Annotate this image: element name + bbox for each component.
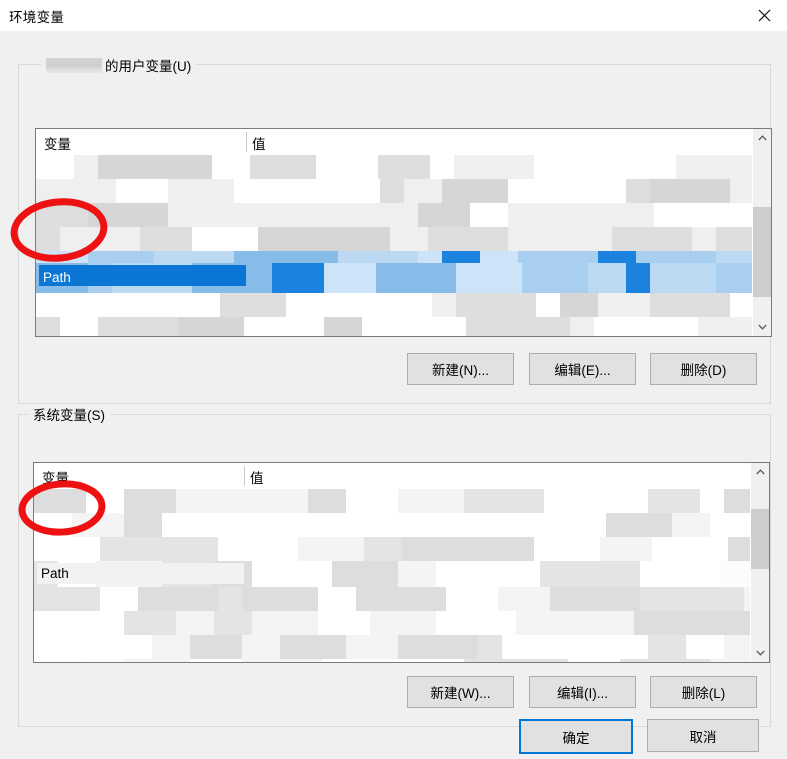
redacted-cells <box>36 203 753 227</box>
system-edit-button[interactable]: 编辑(I)... <box>529 676 636 708</box>
redacted-cells <box>34 537 751 561</box>
redacted-cells <box>34 659 751 662</box>
system-delete-button[interactable]: 删除(L) <box>650 676 757 708</box>
table-row[interactable] <box>34 537 751 561</box>
redacted-cells <box>34 635 751 659</box>
table-row[interactable]: Path <box>36 263 753 293</box>
user-list-rows[interactable]: Path <box>36 155 753 336</box>
table-row[interactable] <box>36 293 753 317</box>
chevron-up-icon[interactable] <box>751 463 769 481</box>
redacted-cells <box>34 513 751 537</box>
system-header-divider <box>244 466 245 486</box>
user-variables-label-suffix: 的用户变量(U) <box>105 59 192 74</box>
system-variables-group-label: 系统变量(S) <box>28 404 110 424</box>
system-variable-name-path[interactable]: Path <box>41 562 75 586</box>
table-row[interactable] <box>34 489 751 513</box>
user-scrollbar-thumb[interactable] <box>753 207 771 297</box>
table-row[interactable] <box>36 179 753 203</box>
user-column-header-variable[interactable]: 变量 <box>44 133 71 153</box>
user-variable-name-path[interactable]: Path <box>43 266 77 290</box>
user-list-scrollbar[interactable] <box>752 129 771 336</box>
table-row[interactable] <box>36 155 753 179</box>
system-column-header-variable[interactable]: 变量 <box>42 467 69 487</box>
redacted-cells <box>34 489 751 513</box>
system-list-scrollbar[interactable] <box>750 463 769 662</box>
redacted-username-block <box>46 58 102 73</box>
redacted-cells <box>36 179 753 203</box>
redacted-cells <box>34 587 751 611</box>
system-scrollbar-thumb[interactable] <box>751 509 769 569</box>
table-row[interactable] <box>36 317 753 336</box>
table-row[interactable] <box>36 227 753 251</box>
table-row[interactable] <box>34 513 751 537</box>
system-list-header: 变量 值 <box>34 463 769 489</box>
user-variables-group: 的用户变量(U) 变量 值 Path 新建(N)... 编辑(E)... 删除(… <box>18 55 772 404</box>
user-list-header: 变量 值 <box>36 129 771 155</box>
system-variables-group: 系统变量(S) 变量 值 Path 新建(W)... 编辑(I)... 删除(L… <box>18 404 771 727</box>
user-edit-button[interactable]: 编辑(E)... <box>529 353 636 385</box>
redacted-cells <box>36 155 753 179</box>
user-column-header-value[interactable]: 值 <box>252 133 266 153</box>
system-column-header-value[interactable]: 值 <box>250 467 264 487</box>
system-new-button[interactable]: 新建(W)... <box>407 676 514 708</box>
window-title: 环境变量 <box>9 10 65 25</box>
user-variables-list[interactable]: 变量 值 Path <box>35 128 772 337</box>
close-icon[interactable] <box>741 0 787 31</box>
user-header-divider <box>246 132 247 152</box>
redacted-cells <box>36 317 753 336</box>
system-variables-list[interactable]: 变量 值 Path <box>33 462 770 663</box>
chevron-down-icon[interactable] <box>751 644 769 662</box>
table-row[interactable]: Path <box>34 561 751 587</box>
redacted-cells <box>34 611 751 635</box>
user-new-button[interactable]: 新建(N)... <box>407 353 514 385</box>
table-row[interactable] <box>34 635 751 659</box>
table-row[interactable] <box>34 587 751 611</box>
dialog-body: 的用户变量(U) 变量 值 Path 新建(N)... 编辑(E)... 删除(… <box>0 31 787 759</box>
system-list-rows[interactable]: Path <box>34 489 751 662</box>
chevron-down-icon[interactable] <box>753 318 771 336</box>
ok-button[interactable]: 确定 <box>519 719 633 754</box>
user-variables-group-label: 的用户变量(U) <box>41 55 197 75</box>
redacted-cells <box>36 293 753 317</box>
user-delete-button[interactable]: 删除(D) <box>650 353 757 385</box>
cancel-button[interactable]: 取消 <box>647 719 759 752</box>
chevron-up-icon[interactable] <box>753 129 771 147</box>
table-row[interactable] <box>34 611 751 635</box>
title-bar: 环境变量 <box>0 0 787 31</box>
table-row[interactable] <box>34 659 751 662</box>
redacted-cells <box>36 227 753 251</box>
table-row[interactable] <box>36 203 753 227</box>
